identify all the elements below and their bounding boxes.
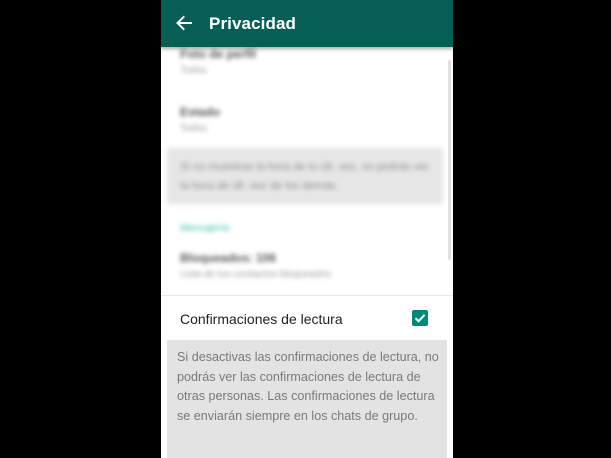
read-receipts-checkbox[interactable]	[412, 310, 428, 326]
setting-title: Bloqueados: 106	[180, 251, 277, 265]
back-button[interactable]	[171, 9, 197, 37]
arrow-left-icon	[176, 15, 192, 31]
blurred-settings-list: Foto de perfil Todos Estado Todos Si no …	[161, 47, 453, 295]
setting-title: Estado	[180, 105, 221, 119]
phone-screen: Privacidad Foto de perfil Todos Estado T…	[161, 0, 453, 458]
setting-subtitle: Todos	[180, 65, 207, 76]
last-seen-note: Si no muestras la hora de tu últ. vez, n…	[167, 148, 443, 204]
setting-subtitle: Lista de tus contactos bloqueados	[180, 269, 332, 280]
read-receipts-info-text: Si desactivas las confirmaciones de lect…	[177, 350, 439, 423]
scrollbar[interactable]	[448, 60, 451, 260]
read-receipts-info-box: Si desactivas las confirmaciones de lect…	[167, 340, 447, 458]
check-icon	[414, 314, 426, 323]
setting-item-profile-photo[interactable]: Foto de perfil Todos	[180, 47, 256, 76]
read-receipts-row[interactable]: Confirmaciones de lectura	[161, 296, 453, 340]
setting-subtitle: Todos	[180, 123, 207, 134]
read-receipts-label: Confirmaciones de lectura	[180, 311, 343, 327]
setting-item-status[interactable]: Estado Todos	[180, 105, 220, 134]
setting-item-blocked[interactable]: Bloqueados: 106 Lista de tus contactos b…	[180, 251, 331, 280]
page-title: Privacidad	[209, 14, 296, 33]
setting-title: Foto de perfil	[180, 47, 256, 61]
section-header-messaging: Mensajería	[180, 223, 230, 234]
last-seen-note-text: Si no muestras la hora de tu últ. vez, n…	[180, 161, 429, 192]
app-bar: Privacidad	[161, 0, 453, 47]
